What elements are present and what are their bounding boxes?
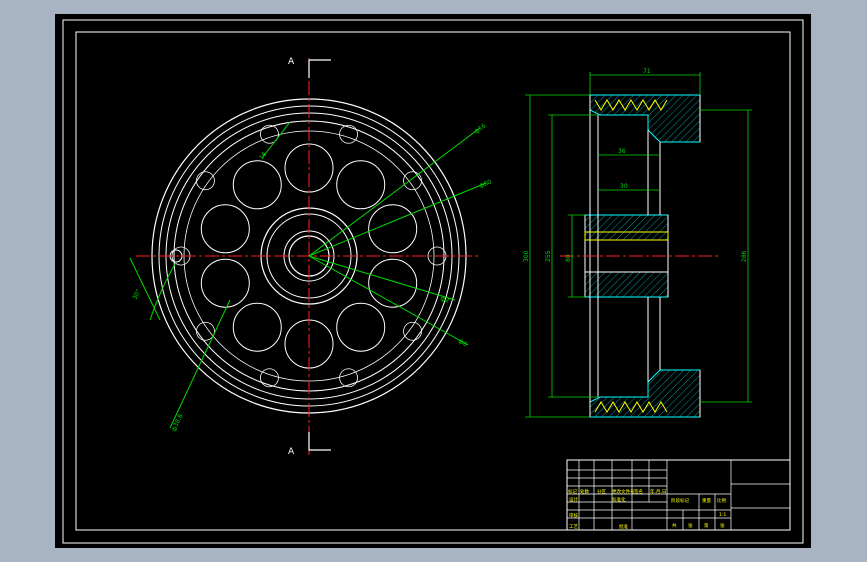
tb-label-sign: 签名: [634, 488, 643, 495]
section-label-bottom: A: [288, 447, 295, 457]
tb-scale-value: 1:1: [719, 512, 726, 518]
tb-label-mark: 标记: [568, 488, 577, 495]
dim-d4: 286: [741, 250, 748, 262]
dim-d2: 255: [545, 250, 552, 262]
tb-label-count: 处数: [580, 488, 589, 495]
dim-d1: 300: [523, 250, 530, 262]
tb-stage: 阶段标记: [671, 497, 689, 504]
tb-designer: 设计: [569, 496, 578, 503]
tb-standard: 标准化: [612, 496, 626, 503]
dim-d3: 80: [565, 254, 572, 262]
tb-label-zone: 分区: [597, 488, 606, 495]
tb-sheets-unit1: 张: [688, 522, 693, 529]
dim-width: 71: [643, 68, 651, 75]
tb-sheets-unit2: 张: [720, 522, 725, 529]
tb-label-date: 年.月.日: [650, 488, 666, 495]
tb-process: 工艺: [569, 524, 578, 530]
tb-approve: 批准: [619, 523, 628, 530]
tb-weight: 重量: [702, 497, 711, 504]
tb-review: 审核: [569, 512, 578, 519]
dim-inner1: 36: [618, 148, 626, 155]
tb-sheets-total: 共: [672, 522, 677, 529]
dim-inner2: 30: [620, 183, 628, 190]
tb-scale: 比例: [717, 497, 726, 504]
cad-viewport[interactable]: A A 16 ф16 ф60 ф2 ф6 30° ф38.8 71 36 30 …: [0, 0, 867, 562]
tb-sheets-index: 第: [704, 522, 709, 529]
tb-label-change: 更改文件号: [612, 488, 635, 495]
section-label-top: A: [288, 57, 295, 67]
